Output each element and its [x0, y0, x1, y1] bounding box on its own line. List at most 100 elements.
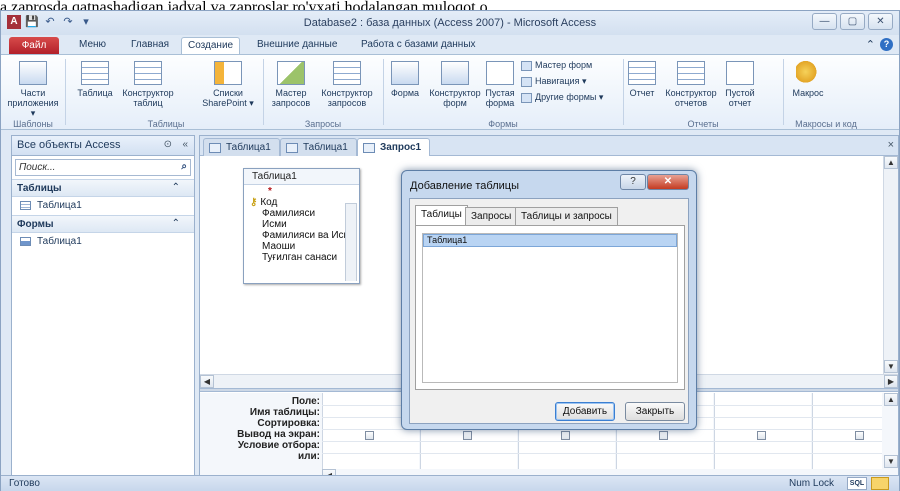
tab-menu[interactable]: Меню: [79, 39, 106, 50]
design-vertical-scrollbar[interactable]: ▲ ▼: [883, 156, 898, 374]
doc-tab-query1[interactable]: Запрос1: [357, 138, 431, 156]
close-document-icon[interactable]: ×: [888, 139, 894, 151]
add-table-dialog: Добавление таблицы ? ✕ Таблицы Запросы Т…: [401, 170, 697, 430]
field-item[interactable]: Исми: [250, 219, 359, 230]
field-list-scrollbar[interactable]: [345, 203, 357, 281]
close-dialog-button[interactable]: Закрыть: [625, 402, 685, 421]
table-button[interactable]: Таблица: [73, 61, 117, 98]
dialog-close-icon[interactable]: ✕: [647, 174, 689, 190]
sql-view-button[interactable]: SQL: [847, 477, 867, 490]
grid-row-label: Сортировка:: [257, 418, 320, 429]
field-item[interactable]: Фамилияси: [250, 208, 359, 219]
nav-item-form-table1[interactable]: Таблица1: [12, 233, 194, 251]
window-controls: — ▢ ✕: [812, 13, 893, 30]
nav-pane-header[interactable]: Все объекты Access ⊙ «: [12, 136, 194, 156]
group-queries-label: Запросы: [304, 119, 342, 129]
table-list-item[interactable]: Таблица1: [423, 234, 677, 247]
scroll-down-icon[interactable]: ▼: [884, 360, 898, 373]
field-item[interactable]: Фамилияси ва Исми: [250, 230, 359, 241]
report-button[interactable]: Отчет: [625, 61, 659, 98]
help-icon[interactable]: ?: [880, 38, 893, 51]
report-design-icon: [677, 61, 705, 85]
nav-collapse-icon[interactable]: «: [182, 139, 188, 150]
chevron-up-icon[interactable]: ⌃: [172, 182, 180, 193]
ribbon: Части приложения ▾ Шаблоны Таблица Конст…: [1, 54, 899, 130]
group-forms-label: Формы: [488, 119, 518, 129]
tab-home[interactable]: Главная: [131, 39, 169, 50]
dialog-body: Таблицы Запросы Таблицы и запросы Таблиц…: [409, 198, 689, 424]
grid-scroll-down-icon[interactable]: ▼: [884, 455, 898, 468]
dialog-tab-tables-queries[interactable]: Таблицы и запросы: [515, 207, 618, 225]
scroll-left-icon[interactable]: ◀: [200, 375, 214, 388]
nav-search-placeholder: Поиск...: [19, 162, 56, 173]
chevron-up-icon[interactable]: ⌃: [172, 218, 180, 229]
form-wizard-button[interactable]: Мастер форм: [521, 59, 592, 71]
maximize-button[interactable]: ▢: [840, 13, 865, 30]
table-icon: [81, 61, 109, 85]
blank-report-button[interactable]: Пустой отчет: [723, 61, 757, 108]
field-all[interactable]: *: [250, 186, 359, 197]
form-button[interactable]: Форма: [385, 61, 425, 98]
numlock-indicator: Num Lock: [788, 478, 834, 489]
query-wizard-icon: [277, 61, 305, 85]
report-design-button[interactable]: Конструктор отчетов: [659, 61, 723, 108]
close-button[interactable]: ✕: [868, 13, 893, 30]
scroll-up-icon[interactable]: ▲: [884, 156, 898, 169]
show-checkbox[interactable]: [463, 431, 472, 440]
grid-row-label: Вывод на экран:: [237, 429, 320, 440]
query-design-button[interactable]: Конструктор запросов: [315, 61, 379, 108]
blank-form-button[interactable]: Пустая форма: [483, 61, 517, 108]
doc-tab-table1[interactable]: Таблица1: [203, 138, 280, 156]
form-design-icon: [441, 61, 469, 85]
scroll-right-icon[interactable]: ▶: [884, 375, 898, 388]
group-macros-label: Макросы и код: [795, 119, 857, 129]
ribbon-collapse-icon[interactable]: ⌃: [866, 38, 875, 51]
app-parts-button[interactable]: Части приложения ▾: [5, 61, 61, 118]
field-item[interactable]: ⚷ Код: [250, 197, 359, 208]
window-title: Database2 : база данных (Access 2007) - …: [303, 17, 597, 29]
design-view-button[interactable]: [871, 477, 889, 490]
add-button[interactable]: Добавить: [555, 402, 615, 421]
minimize-button[interactable]: —: [812, 13, 837, 30]
show-checkbox[interactable]: [659, 431, 668, 440]
tab-database-tools[interactable]: Работа с базами данных: [361, 39, 476, 50]
report-icon: [628, 61, 656, 85]
form-design-button[interactable]: Конструктор форм: [425, 61, 485, 108]
grid-row-label: Условие отбора:: [237, 440, 320, 451]
field-list: * ⚷ Код Фамилияси Исми Фамилияси ва Исми …: [244, 185, 359, 281]
dialog-help-button[interactable]: ?: [620, 174, 646, 190]
show-checkbox[interactable]: [757, 431, 766, 440]
dialog-tab-tables[interactable]: Таблицы: [415, 205, 468, 226]
nav-search-input[interactable]: Поиск... ⌕: [15, 159, 191, 176]
table-list[interactable]: Таблица1: [422, 233, 678, 383]
group-separator: [263, 59, 264, 125]
show-checkbox[interactable]: [855, 431, 864, 440]
grid-scroll-up-icon[interactable]: ▲: [884, 393, 898, 406]
nav-group-forms[interactable]: Формы ⌃: [12, 215, 194, 233]
table-design-button[interactable]: Конструктор таблиц: [115, 61, 181, 108]
nav-group-tables[interactable]: Таблицы ⌃: [12, 179, 194, 197]
grid-row-label: или:: [298, 451, 320, 462]
table-field-list[interactable]: Таблица1 * ⚷ Код Фамилияси Исми Фамилияси…: [243, 168, 360, 284]
navigation-pane: Все объекты Access ⊙ « Поиск... ⌕ Таблиц…: [11, 135, 195, 484]
query-wizard-button[interactable]: Мастер запросов: [267, 61, 315, 108]
macro-icon: [796, 61, 820, 85]
macro-button[interactable]: Макрос: [789, 61, 827, 98]
more-forms-button[interactable]: Другие формы ▾: [521, 91, 603, 103]
sharepoint-lists-button[interactable]: Списки SharePoint ▾: [197, 61, 259, 108]
doc-tab-form-table1[interactable]: Таблица1: [280, 138, 357, 156]
field-item[interactable]: Туғилган санаси: [250, 252, 359, 263]
dialog-tab-queries[interactable]: Запросы: [465, 207, 518, 225]
tab-create[interactable]: Создание: [181, 37, 241, 55]
tab-external-data[interactable]: Внешние данные: [257, 39, 337, 50]
form-icon: [20, 236, 31, 246]
nav-item-table1[interactable]: Таблица1: [12, 197, 194, 215]
navigation-button[interactable]: Навигация ▾: [521, 75, 586, 87]
show-checkbox[interactable]: [561, 431, 570, 440]
table-design-icon: [134, 61, 162, 85]
search-icon[interactable]: ⌕: [181, 161, 187, 172]
nav-menu-icon[interactable]: ⊙: [164, 139, 172, 150]
show-checkbox[interactable]: [365, 431, 374, 440]
field-item[interactable]: Маоши: [250, 241, 359, 252]
tab-file[interactable]: Файл: [9, 37, 59, 54]
